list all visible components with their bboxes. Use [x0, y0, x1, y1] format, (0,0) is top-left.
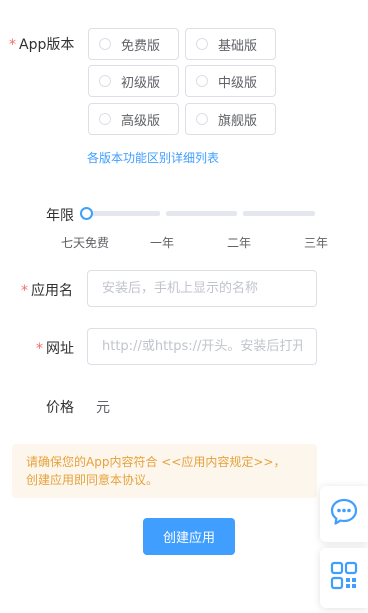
website-label-text: 网址: [46, 341, 74, 357]
required-mark: *: [21, 283, 28, 299]
slider-thumb[interactable]: [80, 207, 93, 220]
app-name-label-text: 应用名: [31, 283, 73, 299]
version-label-text: App版本: [19, 37, 75, 53]
radio-label: 基础版: [218, 38, 258, 54]
radio-label: 免费版: [121, 38, 161, 54]
radio-circle: [99, 75, 111, 87]
slider-segment-1[interactable]: [87, 211, 160, 216]
qr-code-button[interactable]: [320, 548, 368, 608]
radio-circle: [196, 75, 208, 87]
years-label: 年限: [46, 208, 74, 224]
notice-line-1: 请确保您的App内容符合 <<应用内容规定>>，: [26, 455, 286, 469]
radio-basic[interactable]: 基础版: [185, 28, 276, 60]
required-mark: *: [36, 341, 43, 357]
radio-circle: [196, 113, 208, 125]
price-label: 价格: [46, 400, 74, 416]
slider-tick-1: 一年: [150, 236, 175, 250]
slider-segment-2[interactable]: [166, 211, 237, 216]
content-notice: 请确保您的App内容符合 <<应用内容规定>>， 创建应用即同意本协议。: [12, 444, 317, 498]
radio-label: 中级版: [218, 75, 258, 91]
version-compare-link[interactable]: 各版本功能区别详细列表: [87, 149, 219, 166]
radio-label: 高级版: [121, 113, 161, 129]
slider-tick-0: 七天免费: [61, 236, 110, 250]
radio-starter[interactable]: 初级版: [88, 65, 179, 97]
radio-circle: [99, 113, 111, 125]
slider-segment-3[interactable]: [243, 211, 315, 216]
version-label: * App版本: [9, 34, 74, 54]
required-mark: *: [9, 37, 16, 53]
chat-button[interactable]: [320, 486, 368, 542]
slider-tick-3: 三年: [304, 236, 329, 250]
app-name-label: * 应用名: [21, 280, 73, 300]
radio-label: 旗舰版: [218, 113, 258, 129]
price-value: 元: [96, 400, 110, 416]
slider-tick-2: 二年: [227, 236, 252, 250]
chat-bubble-icon: [329, 497, 359, 531]
radio-circle: [99, 38, 111, 50]
radio-free[interactable]: 免费版: [88, 28, 179, 60]
radio-label: 初级版: [121, 75, 161, 91]
radio-advanced[interactable]: 高级版: [88, 103, 179, 135]
radio-circle: [196, 38, 208, 50]
app-name-input[interactable]: [87, 270, 317, 307]
website-input[interactable]: [87, 328, 317, 365]
radio-flagship[interactable]: 旗舰版: [185, 103, 276, 135]
radio-intermediate[interactable]: 中级版: [185, 65, 276, 97]
qr-code-icon: [329, 560, 359, 596]
create-app-button[interactable]: 创建应用: [143, 518, 235, 555]
notice-line-2: 创建应用即同意本协议。: [26, 473, 159, 487]
website-label: * 网址: [36, 338, 74, 358]
